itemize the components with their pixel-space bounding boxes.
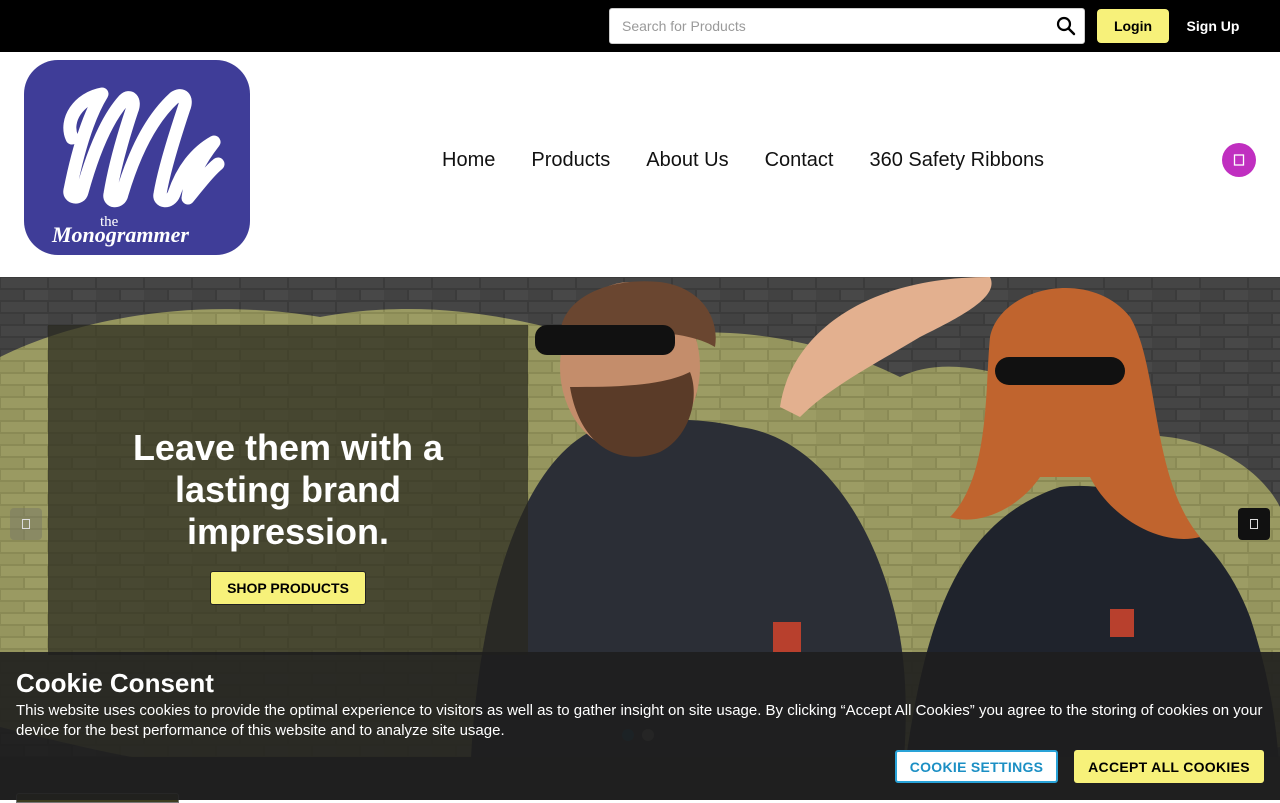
nav-home[interactable]: Home [442,149,495,172]
nav-products[interactable]: Products [531,149,610,172]
signup-link[interactable]: Sign Up [1178,9,1248,43]
login-button[interactable]: Login [1097,9,1169,43]
nav-contact[interactable]: Contact [765,149,834,172]
search-input[interactable] [622,9,1042,43]
top-bar: Login Sign Up [0,0,1280,52]
main-nav: Home Products About Us Contact 360 Safet… [424,140,1062,180]
slider-prev-button[interactable] [10,508,42,540]
search-box [609,8,1085,44]
logo-graphic: the Monogrammer [51,87,225,247]
nav-360-safety-ribbons[interactable]: 360 Safety Ribbons [870,149,1045,172]
shop-products-button[interactable]: SHOP PRODUCTS [210,571,366,605]
site-header: the Monogrammer Home Products About Us C… [0,52,1280,277]
cart-button[interactable] [1222,143,1256,177]
hero-title: Leave them with a lasting brand impressi… [132,427,444,552]
cookie-settings-button[interactable]: COOKIE SETTINGS [895,750,1058,783]
accept-all-cookies-button[interactable]: ACCEPT ALL COOKIES [1074,750,1264,783]
cookie-text: This website uses cookies to provide the… [16,702,1263,739]
slider-next-button[interactable] [1238,508,1270,540]
chevron-left-icon [22,519,30,529]
cart-icon [1233,154,1245,166]
logo-brand-text: Monogrammer [51,222,189,247]
cookie-consent-banner: Cookie Consent This website uses cookies… [0,652,1280,800]
nav-about-us[interactable]: About Us [646,149,728,172]
search-icon[interactable] [1056,16,1076,36]
cookie-title: Cookie Consent [16,668,214,698]
chevron-right-icon [1250,519,1258,529]
site-logo[interactable]: the Monogrammer [24,60,250,255]
